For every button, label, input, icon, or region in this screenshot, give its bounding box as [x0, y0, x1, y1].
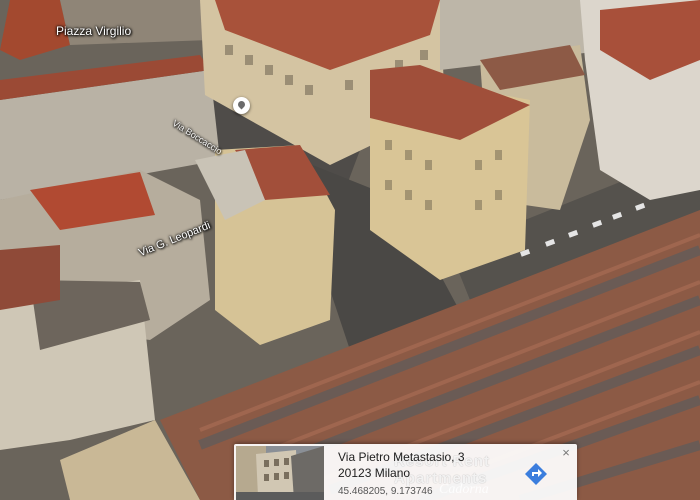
card-text-block: Via Pietro Metastasio, 3 20123 Milano 45… — [338, 450, 533, 498]
address-title: Via Pietro Metastasio, 3 — [338, 450, 465, 464]
aerial-map-view[interactable] — [0, 0, 700, 500]
coordinates-text: 45.468205, 9.173746 — [338, 486, 433, 497]
location-pin-icon[interactable] — [233, 97, 250, 114]
map-label-piazza-virgilio: Piazza Virgilio — [56, 24, 132, 38]
address-city: 20123 Milano — [338, 466, 411, 480]
street-view-thumbnail[interactable] — [236, 446, 324, 500]
close-icon[interactable]: × — [560, 446, 572, 459]
directions-icon[interactable] — [524, 462, 548, 486]
location-info-card[interactable]: Resort Rent Apartments Cadorna Via Pietr… — [234, 444, 577, 500]
